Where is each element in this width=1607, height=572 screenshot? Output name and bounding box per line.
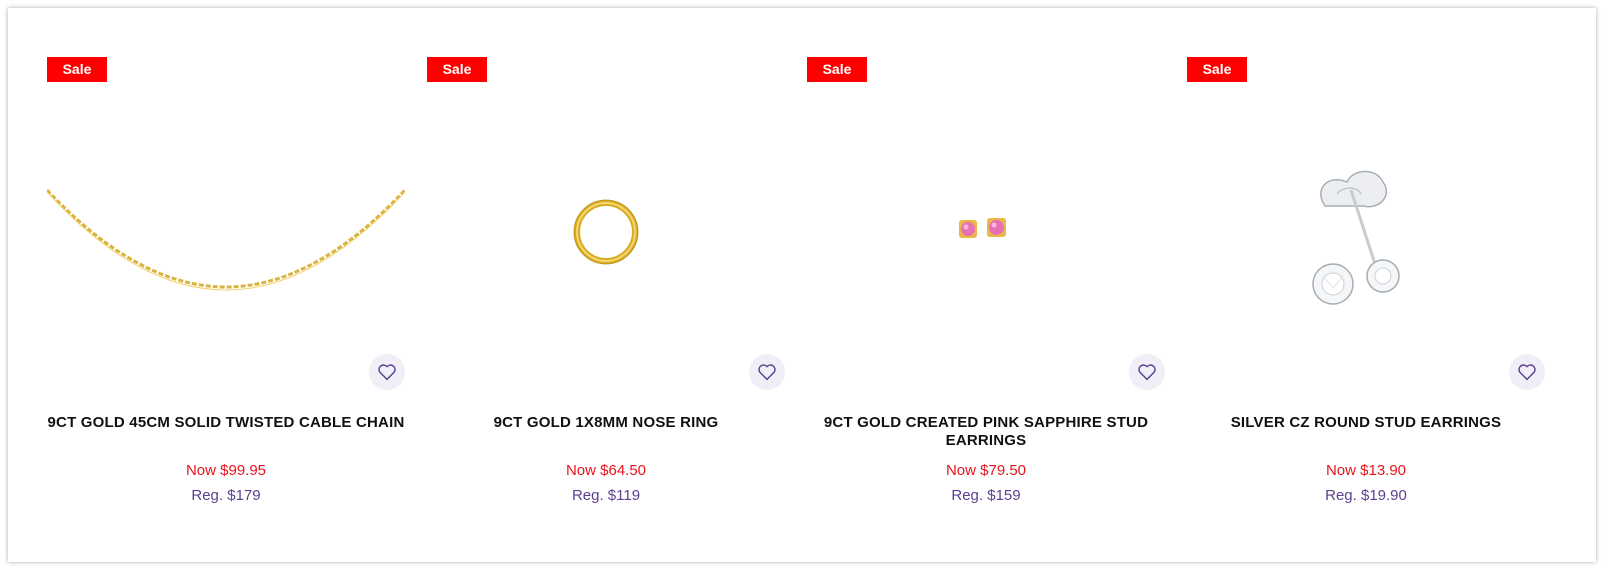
sale-price: Now $99.95 — [185, 462, 267, 479]
heart-icon — [1518, 364, 1536, 381]
wishlist-button[interactable] — [369, 354, 405, 390]
product-grid-panel: Sale 9CT GOLD 45CM SOLID TWISTED CABLE C… — [8, 8, 1596, 562]
sale-badge: Sale — [807, 57, 867, 82]
regular-price: Reg. $159 — [951, 487, 1021, 504]
wishlist-button[interactable] — [1509, 354, 1545, 390]
sale-badge: Sale — [1187, 57, 1247, 82]
product-card[interactable]: Sale SILVER CZ ROUND STUD EARRINGS Now $… — [1187, 8, 1545, 562]
product-image-silver-studs[interactable] — [1187, 94, 1545, 372]
wishlist-button[interactable] — [1129, 354, 1165, 390]
product-card[interactable]: Sale 9CT GOLD CREATED PINK SAPPHIRE STUD… — [807, 8, 1165, 562]
wishlist-button[interactable] — [749, 354, 785, 390]
heart-icon — [1138, 364, 1156, 381]
product-title[interactable]: 9CT GOLD 1X8MM NOSE RING — [427, 414, 785, 432]
regular-price: Reg. $119 — [571, 487, 641, 504]
product-title[interactable]: 9CT GOLD CREATED PINK SAPPHIRE STUD EARR… — [821, 414, 1151, 450]
product-title[interactable]: SILVER CZ ROUND STUD EARRINGS — [1187, 414, 1545, 432]
product-card[interactable]: Sale 9CT GOLD 45CM SOLID TWISTED CABLE C… — [47, 8, 405, 562]
sale-price: Now $13.90 — [1325, 462, 1407, 479]
regular-price: Reg. $179 — [191, 487, 261, 504]
product-grid: Sale 9CT GOLD 45CM SOLID TWISTED CABLE C… — [47, 8, 1567, 562]
heart-icon — [378, 364, 396, 381]
regular-price: Reg. $19.90 — [1325, 487, 1407, 504]
heart-icon — [758, 364, 776, 381]
product-image-chain[interactable] — [47, 94, 405, 372]
product-image-pink-studs[interactable] — [807, 94, 1165, 372]
sale-badge: Sale — [427, 57, 487, 82]
sale-price: Now $79.50 — [945, 462, 1027, 479]
sale-badge: Sale — [47, 57, 107, 82]
product-title[interactable]: 9CT GOLD 45CM SOLID TWISTED CABLE CHAIN — [47, 414, 405, 432]
product-card[interactable]: Sale 9CT GOLD 1X8MM NOSE RING Now $64.50… — [427, 8, 785, 562]
sale-price: Now $64.50 — [565, 462, 647, 479]
product-image-nose-ring[interactable] — [427, 94, 785, 372]
